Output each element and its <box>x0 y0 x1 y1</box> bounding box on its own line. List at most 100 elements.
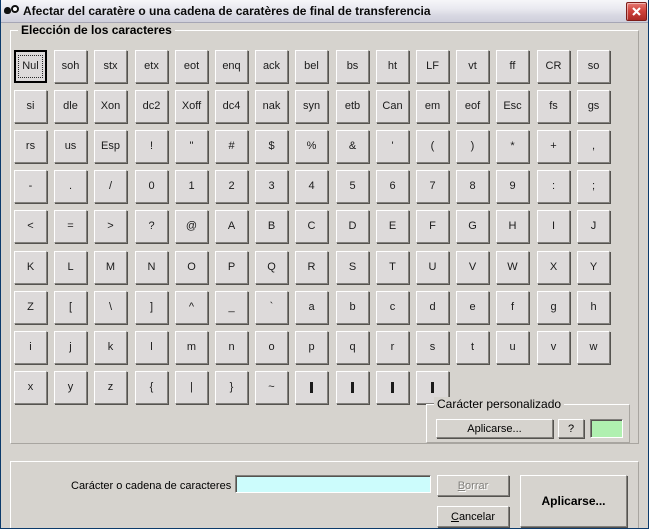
char-key[interactable] <box>295 371 328 404</box>
char-key[interactable]: 4 <box>295 170 328 203</box>
char-key[interactable]: p <box>295 331 328 364</box>
char-key[interactable]: CR <box>537 50 570 83</box>
char-key[interactable]: Can <box>376 90 409 123</box>
char-key[interactable]: m <box>175 331 208 364</box>
char-key[interactable]: e <box>456 291 489 324</box>
close-icon[interactable] <box>626 2 647 21</box>
char-key[interactable] <box>336 371 369 404</box>
char-key[interactable]: vt <box>456 50 489 83</box>
char-key[interactable]: } <box>215 371 248 404</box>
char-key[interactable]: M <box>94 251 127 284</box>
char-key[interactable]: etx <box>135 50 168 83</box>
char-key[interactable]: K <box>14 251 47 284</box>
char-key[interactable]: 6 <box>376 170 409 203</box>
char-key[interactable]: G <box>456 210 489 243</box>
char-key[interactable]: , <box>577 130 610 163</box>
char-key[interactable]: k <box>94 331 127 364</box>
char-key[interactable]: 0 <box>135 170 168 203</box>
char-key[interactable]: + <box>537 130 570 163</box>
char-key[interactable]: t <box>456 331 489 364</box>
char-key[interactable]: u <box>496 331 529 364</box>
char-key[interactable]: < <box>14 210 47 243</box>
char-key[interactable]: [ <box>54 291 87 324</box>
char-key[interactable]: { <box>135 371 168 404</box>
char-key[interactable]: 1 <box>175 170 208 203</box>
char-key[interactable]: Xon <box>94 90 127 123</box>
char-key[interactable]: d <box>416 291 449 324</box>
char-key[interactable]: ? <box>135 210 168 243</box>
char-key[interactable]: ) <box>456 130 489 163</box>
char-key[interactable]: s <box>416 331 449 364</box>
char-key[interactable]: > <box>94 210 127 243</box>
char-key[interactable]: Xoff <box>175 90 208 123</box>
char-key[interactable]: H <box>496 210 529 243</box>
char-key[interactable]: = <box>54 210 87 243</box>
clear-button[interactable]: Borrar <box>437 475 509 496</box>
char-key[interactable]: ff <box>496 50 529 83</box>
char-key[interactable]: f <box>496 291 529 324</box>
char-key[interactable]: rs <box>14 130 47 163</box>
char-key[interactable]: : <box>537 170 570 203</box>
char-key[interactable]: h <box>577 291 610 324</box>
char-key[interactable]: R <box>295 251 328 284</box>
char-key[interactable]: stx <box>94 50 127 83</box>
char-key[interactable]: y <box>54 371 87 404</box>
char-key[interactable]: # <box>215 130 248 163</box>
char-key[interactable]: syn <box>295 90 328 123</box>
char-key[interactable]: LF <box>416 50 449 83</box>
char-key[interactable]: dc2 <box>135 90 168 123</box>
char-key[interactable]: U <box>416 251 449 284</box>
char-key[interactable]: bs <box>336 50 369 83</box>
char-key[interactable]: ( <box>416 130 449 163</box>
char-key[interactable]: Nul <box>14 50 47 83</box>
char-key[interactable]: l <box>135 331 168 364</box>
char-key[interactable]: F <box>416 210 449 243</box>
char-key[interactable]: v <box>537 331 570 364</box>
char-key[interactable]: ' <box>376 130 409 163</box>
char-key[interactable] <box>376 371 409 404</box>
char-key[interactable]: fs <box>537 90 570 123</box>
char-key[interactable]: o <box>255 331 288 364</box>
char-key[interactable]: I <box>537 210 570 243</box>
char-key[interactable]: b <box>336 291 369 324</box>
char-key[interactable]: 9 <box>496 170 529 203</box>
char-key[interactable]: S <box>336 251 369 284</box>
char-key[interactable]: V <box>456 251 489 284</box>
character-string-input[interactable] <box>235 475 431 493</box>
char-key[interactable]: * <box>496 130 529 163</box>
char-key[interactable]: D <box>336 210 369 243</box>
char-key[interactable]: @ <box>175 210 208 243</box>
char-key[interactable]: E <box>376 210 409 243</box>
char-key[interactable]: C <box>295 210 328 243</box>
char-key[interactable]: - <box>14 170 47 203</box>
char-key[interactable]: n <box>215 331 248 364</box>
char-key[interactable]: T <box>376 251 409 284</box>
custom-color-swatch[interactable] <box>590 419 623 438</box>
char-key[interactable]: 2 <box>215 170 248 203</box>
custom-help-button[interactable]: ? <box>558 419 584 438</box>
char-key[interactable]: q <box>336 331 369 364</box>
char-key[interactable]: . <box>54 170 87 203</box>
char-key[interactable]: soh <box>54 50 87 83</box>
char-key[interactable]: i <box>14 331 47 364</box>
char-key[interactable]: so <box>577 50 610 83</box>
char-key[interactable]: O <box>175 251 208 284</box>
char-key[interactable]: _ <box>215 291 248 324</box>
char-key[interactable]: Q <box>255 251 288 284</box>
char-key[interactable]: enq <box>215 50 248 83</box>
char-key[interactable]: ] <box>135 291 168 324</box>
char-key[interactable]: ! <box>135 130 168 163</box>
char-key[interactable]: X <box>537 251 570 284</box>
cancel-button[interactable]: Cancelar <box>437 506 509 527</box>
char-key[interactable]: ~ <box>255 371 288 404</box>
custom-apply-button[interactable]: Aplicarse... <box>436 419 553 438</box>
char-key[interactable]: g <box>537 291 570 324</box>
char-key[interactable]: Esp <box>94 130 127 163</box>
char-key[interactable]: L <box>54 251 87 284</box>
char-key[interactable]: Esc <box>496 90 529 123</box>
char-key[interactable]: 5 <box>336 170 369 203</box>
char-key[interactable]: P <box>215 251 248 284</box>
char-key[interactable]: B <box>255 210 288 243</box>
char-key[interactable]: w <box>577 331 610 364</box>
char-key[interactable]: eot <box>175 50 208 83</box>
